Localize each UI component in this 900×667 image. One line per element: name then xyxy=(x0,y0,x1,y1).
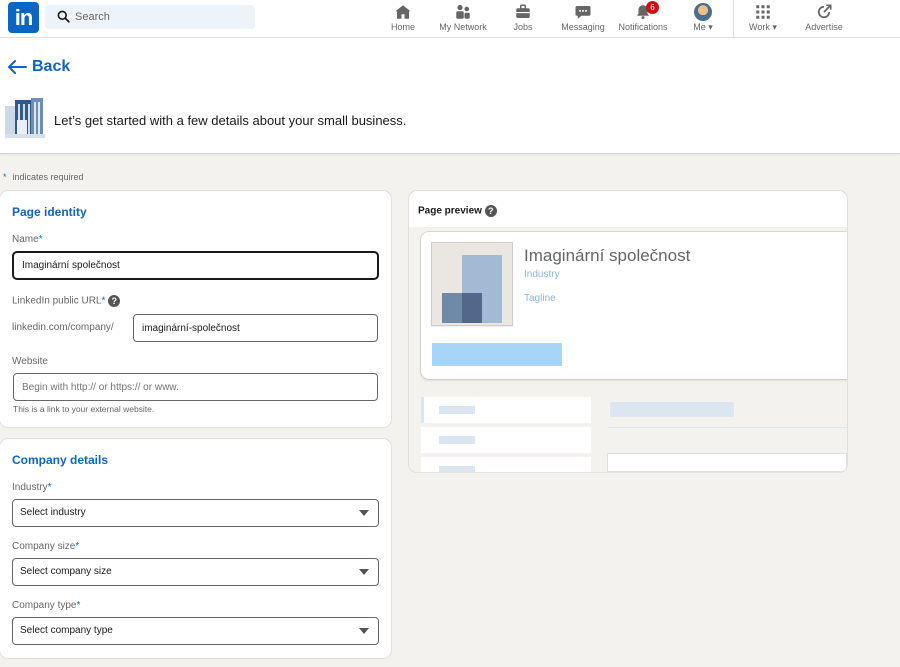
notification-badge: 6 xyxy=(646,1,659,14)
message-icon xyxy=(575,6,591,19)
website-label: Website xyxy=(12,356,48,367)
nav-home[interactable]: Home xyxy=(386,3,420,35)
help-icon[interactable]: ? xyxy=(484,205,497,217)
briefcase-icon xyxy=(516,4,530,18)
preview-skeleton-tab xyxy=(421,427,591,453)
caret-down-icon: ▾ xyxy=(772,22,777,32)
avatar xyxy=(694,3,712,21)
company-type-select[interactable]: Select company type xyxy=(12,617,379,645)
company-type-select-value: Select company type xyxy=(20,625,113,636)
nav-me-label-wrap: Me ▾ xyxy=(687,22,719,33)
url-input[interactable] xyxy=(133,314,378,342)
type-label-wrap: Company type* xyxy=(12,600,80,611)
search-input[interactable] xyxy=(75,5,250,29)
company-details-title: Company details xyxy=(12,453,109,467)
preview-button-placeholder xyxy=(432,343,562,366)
search-bar[interactable] xyxy=(45,5,255,29)
website-hint: This is a link to your external website. xyxy=(13,404,155,414)
name-label: Name xyxy=(12,234,39,245)
nav-me[interactable]: Me ▾ xyxy=(687,3,719,35)
back-button[interactable]: Back xyxy=(7,58,70,76)
caret-down-icon: ▾ xyxy=(708,22,713,32)
company-logo-placeholder xyxy=(432,243,512,325)
required-marker: * xyxy=(38,234,43,245)
preview-tagline: Tagline xyxy=(524,293,556,304)
skeleton-divider xyxy=(608,427,847,428)
required-marker: * xyxy=(76,600,81,611)
company-size-select[interactable]: Select company size xyxy=(12,558,379,586)
nav-jobs[interactable]: Jobs xyxy=(508,3,538,35)
nav-me-label: Me xyxy=(693,22,706,32)
preview-title-wrap: Page preview ? xyxy=(418,205,497,217)
search-icon xyxy=(57,10,70,23)
required-star: * xyxy=(3,172,7,182)
required-marker: * xyxy=(47,482,52,493)
preview-industry: Industry xyxy=(524,269,560,280)
advertise-icon xyxy=(817,4,832,19)
skeleton-bar xyxy=(610,402,734,417)
size-label-wrap: Company size* xyxy=(12,541,79,552)
industry-select[interactable]: Select industry xyxy=(12,499,379,527)
preview-title: Page preview xyxy=(418,205,482,217)
nav-my-network-label: My Network xyxy=(439,22,487,32)
linkedin-logo[interactable]: in xyxy=(8,2,39,33)
page-preview-card: Page preview ? Imaginární společnost Ind… xyxy=(409,191,847,472)
nav-work-label: Work xyxy=(749,22,770,32)
name-label-wrap: Name* xyxy=(12,234,43,245)
nav-advertise[interactable]: Advertise xyxy=(800,3,848,35)
preview-company-name: Imaginární společnost xyxy=(524,246,691,265)
required-marker: * xyxy=(75,541,80,552)
grid-icon xyxy=(756,5,770,19)
home-icon xyxy=(395,5,411,19)
industry-label-wrap: Industry* xyxy=(12,482,51,493)
url-label: LinkedIn public URL xyxy=(12,295,102,307)
nav-notifications[interactable]: 6 Notifications xyxy=(613,1,673,35)
top-nav: in Home My Network Jobs Messaging 6 Noti… xyxy=(0,0,900,38)
nav-work[interactable]: Work ▾ xyxy=(743,3,783,35)
url-prefix: linkedin.com/company/ xyxy=(12,322,114,333)
preview-company-card: Imaginární společnost Industry Tagline xyxy=(421,232,847,379)
company-size-select-value: Select company size xyxy=(20,566,112,577)
page-identity-title: Page identity xyxy=(12,205,87,219)
required-note-text: indicates required xyxy=(12,172,84,182)
page-header: Back Let’s get started with a few detail… xyxy=(0,38,900,154)
intro-text: Let’s get started with a few details abo… xyxy=(54,113,407,128)
type-label: Company type xyxy=(12,600,77,611)
nav-messaging-label: Messaging xyxy=(561,22,605,32)
skeleton-box xyxy=(607,453,847,472)
industry-label: Industry xyxy=(12,482,48,493)
nav-my-network[interactable]: My Network xyxy=(434,3,492,35)
back-label: Back xyxy=(32,58,71,75)
people-icon xyxy=(456,4,470,19)
website-input[interactable] xyxy=(13,373,378,401)
caret-down-icon xyxy=(359,510,369,516)
name-input[interactable] xyxy=(13,252,378,279)
url-label-wrap: LinkedIn public URL* ? xyxy=(12,295,121,307)
help-icon[interactable]: ? xyxy=(108,295,121,307)
industry-select-value: Select industry xyxy=(20,507,86,518)
preview-skeleton-tab xyxy=(421,457,591,472)
required-note: * indicates required xyxy=(3,172,84,182)
nav-home-label: Home xyxy=(390,22,415,32)
skeleton-bar xyxy=(439,466,475,472)
caret-down-icon xyxy=(359,569,369,575)
caret-down-icon xyxy=(359,628,369,634)
required-marker: * xyxy=(101,295,106,307)
nav-notifications-label: Notifications xyxy=(618,22,668,32)
nav-jobs-label: Jobs xyxy=(513,22,533,32)
preview-skeleton-tab xyxy=(421,397,591,423)
nav-work-label-wrap: Work ▾ xyxy=(743,22,783,33)
size-label: Company size xyxy=(12,541,76,552)
nav-advertise-label: Advertise xyxy=(805,22,843,32)
page-identity-card: Page identity Name* LinkedIn public URL*… xyxy=(0,191,391,427)
arrow-left-icon xyxy=(8,60,27,74)
nav-messaging[interactable]: Messaging xyxy=(557,3,609,35)
building-icon xyxy=(5,98,45,138)
skeleton-bar xyxy=(439,406,475,414)
nav-divider xyxy=(733,0,734,38)
company-details-card: Company details Industry* Select industr… xyxy=(0,439,391,658)
skeleton-bar xyxy=(439,436,475,444)
